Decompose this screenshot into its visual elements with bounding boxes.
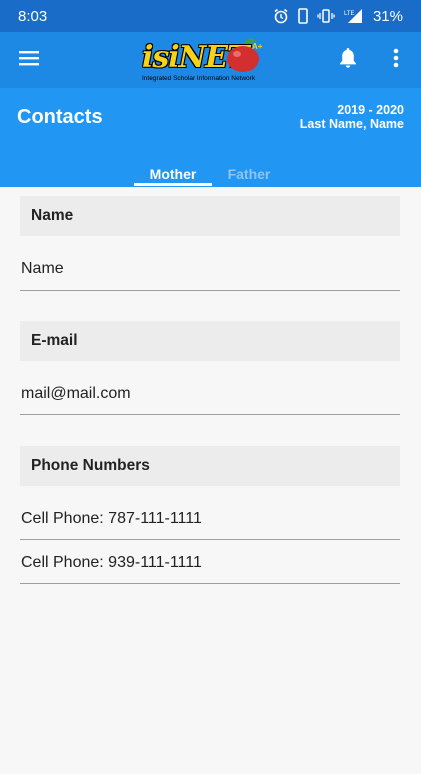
status-time: 8:03 [18, 7, 48, 25]
contact-name: Name [21, 260, 64, 277]
phone-section-header: Phone Numbers [20, 446, 400, 486]
divider [20, 290, 400, 291]
divider [20, 414, 400, 415]
tab-father[interactable]: Father [212, 166, 286, 182]
app-logo: isiNET A+ Integrated Scholar Information… [142, 35, 266, 85]
status-icons: LTE 31% [273, 8, 403, 25]
email-section-header: E-mail [20, 321, 400, 361]
tab-selected-indicator [134, 183, 212, 186]
apple-icon: A+ [226, 37, 264, 78]
school-year: 2019 - 2020 [337, 103, 404, 117]
hamburger-menu-icon [19, 50, 39, 71]
svg-text:A+: A+ [252, 42, 263, 51]
divider [20, 583, 400, 584]
bell-icon [339, 47, 357, 73]
notifications-button[interactable] [328, 32, 368, 88]
status-bar: 8:03 LTE 31% [0, 0, 421, 32]
alarm-icon [273, 8, 289, 24]
menu-button[interactable] [0, 32, 58, 88]
battery-level: 31% [372, 7, 403, 25]
phone-icon [297, 8, 309, 24]
overflow-menu-button[interactable] [378, 32, 414, 88]
phone-item[interactable]: Cell Phone: 787-111-1111 [21, 510, 202, 528]
name-section-header: Name [20, 196, 400, 236]
phone-item[interactable]: Cell Phone: 939-111-1111 [21, 554, 202, 572]
more-vertical-icon [393, 48, 399, 73]
contact-email[interactable]: mail@mail.com [21, 385, 131, 403]
tab-mother[interactable]: Mother [134, 166, 212, 182]
divider [20, 539, 400, 540]
logo-tagline: Integrated Scholar Information Network [142, 75, 256, 82]
student-name: Last Name, Name [299, 117, 404, 131]
app-bar: isiNET A+ Integrated Scholar Information… [0, 32, 421, 88]
vibrate-icon [317, 8, 335, 24]
signal-lte-icon: LTE [343, 8, 363, 24]
page-title: Contacts [17, 106, 103, 128]
svg-text:LTE: LTE [344, 11, 355, 17]
